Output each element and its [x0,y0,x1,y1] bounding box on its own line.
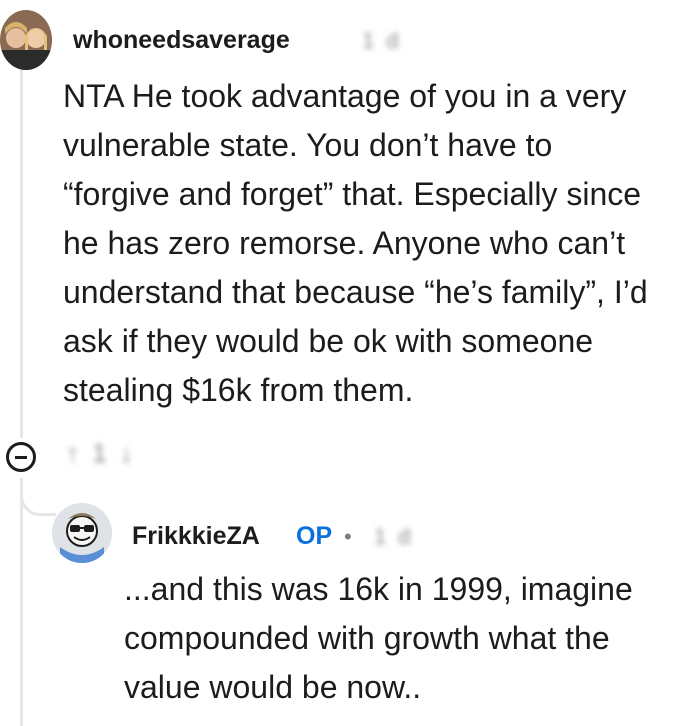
collapse-icon[interactable] [6,442,36,472]
reply-line: value would be now.. [124,669,422,705]
reply-line: compounded with growth what the [124,620,610,656]
thread-line [20,478,23,726]
reply-connector [20,480,56,516]
reply-meta: 1 d [374,524,414,549]
op-badge: OP [296,522,333,550]
comment-line: “forgive and forget” that. Especially si… [63,176,642,212]
comment-line: understand that because “he’s family”, I… [63,274,648,310]
comment-actions[interactable]: ↑ 1 ↓ [66,438,136,469]
comment-line: stealing $16k from them. [63,372,414,408]
comment-line: he has zero remorse. Anyone who can’t [63,225,626,261]
thread-line [20,70,23,438]
reply-line: ...and this was 16k in 1999, imagine [124,571,633,607]
reply-avatar[interactable] [52,503,112,563]
comment-line: ask if they would be ok with someone [63,323,594,359]
avatar[interactable] [0,10,52,70]
comment-meta: 1 d [362,28,402,53]
comment-line: vulnerable state. You don’t have to [63,127,553,163]
reply-username[interactable]: FrikkkieZA [132,522,260,551]
comment-username[interactable]: whoneedsaverage [73,26,290,55]
meta-separator: • [344,524,352,549]
comment-line: NTA He took advantage of you in a very [63,78,627,114]
